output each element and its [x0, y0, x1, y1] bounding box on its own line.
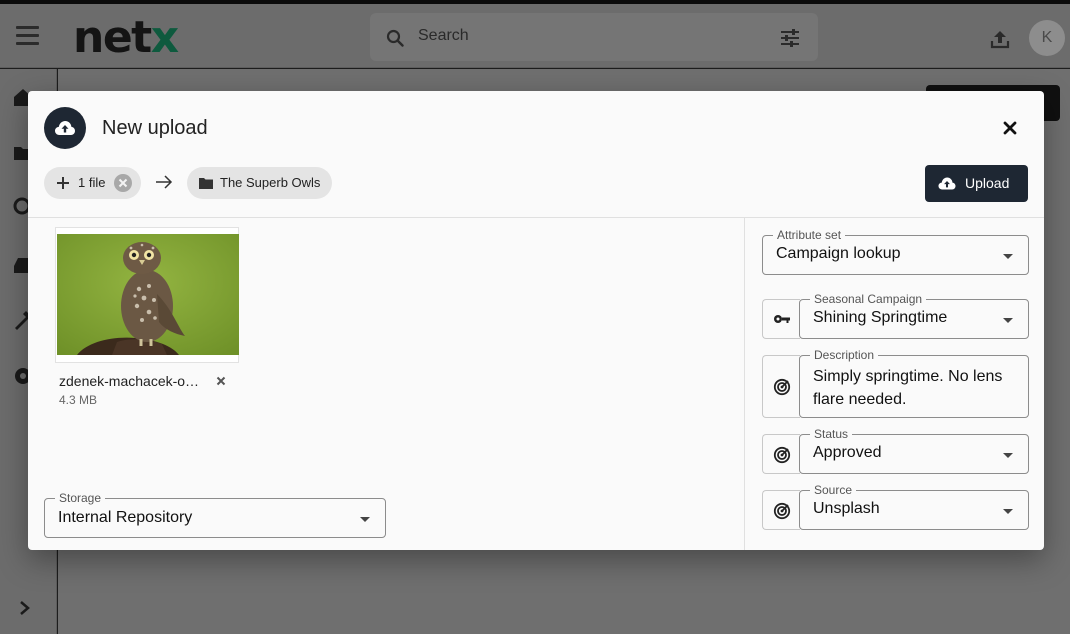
file-thumbnail-card[interactable] [55, 227, 239, 363]
seasonal-campaign-label: Seasonal Campaign [810, 292, 927, 306]
dropdown-arrow-icon [360, 517, 370, 522]
description-field[interactable]: Description Simply springtime. No lens f… [799, 348, 1029, 418]
global-search-input[interactable]: Search [370, 13, 818, 61]
attribute-panel: Attribute set Campaign lookup Seasonal C… [744, 218, 1044, 550]
plus-icon [57, 177, 69, 189]
key-icon [774, 315, 790, 323]
dropdown-arrow-icon [1003, 453, 1013, 458]
description-value: Simply springtime. No lens flare needed. [813, 368, 1003, 408]
attribute-set-select[interactable]: Attribute set Campaign lookup [762, 228, 1029, 275]
seasonal-campaign-select[interactable]: Seasonal Campaign Shining Springtime [799, 292, 1029, 339]
radar-icon [773, 378, 791, 396]
owl-photo-thumbnail [57, 234, 239, 355]
radar-icon [773, 502, 791, 520]
destination-folder-chip[interactable]: The Superb Owls [187, 167, 332, 199]
status-select[interactable]: Status Approved [799, 427, 1029, 474]
upload-button-label: Upload [965, 175, 1010, 191]
storage-label: Storage [55, 491, 106, 505]
new-upload-dialog: New upload 1 file The Superb Owls Upload [28, 91, 1044, 550]
dialog-header: New upload 1 file The Superb Owls Upload [28, 91, 1044, 218]
source-select[interactable]: Source Unsplash [799, 483, 1029, 530]
close-icon[interactable] [1002, 120, 1018, 136]
user-avatar[interactable]: K [1029, 20, 1065, 56]
storage-value: Internal Repository [58, 509, 193, 526]
clear-files-icon[interactable] [114, 174, 132, 192]
dropdown-arrow-icon [1003, 254, 1013, 259]
radar-icon [773, 446, 791, 464]
status-label: Status [810, 427, 853, 441]
cloud-upload-icon [938, 177, 956, 190]
arrow-right-icon [156, 175, 173, 189]
source-value: Unsplash [813, 500, 880, 517]
seasonal-campaign-value: Shining Springtime [813, 309, 948, 326]
remove-file-icon[interactable] [216, 376, 226, 386]
destination-folder-label: The Superb Owls [220, 175, 321, 190]
attribute-set-label: Attribute set [773, 228, 846, 242]
folder-icon [199, 178, 213, 189]
radar-icon-box [762, 490, 800, 530]
radar-icon-box [762, 434, 800, 474]
expand-chevron-icon[interactable] [18, 600, 32, 616]
search-placeholder: Search [418, 27, 469, 44]
menu-icon[interactable] [16, 26, 39, 46]
radar-icon-box [762, 355, 800, 418]
app-bar: netx Search K [0, 4, 1070, 68]
upload-button[interactable]: Upload [925, 165, 1028, 202]
search-icon [386, 29, 404, 47]
cloud-upload-icon [44, 107, 86, 149]
upload-icon[interactable] [989, 28, 1011, 50]
storage-select[interactable]: Storage Internal Repository [44, 491, 386, 538]
netx-logo[interactable]: netx [73, 12, 179, 64]
file-count-label: 1 file [78, 175, 106, 190]
description-label: Description [810, 348, 879, 362]
dialog-title: New upload [102, 117, 208, 139]
status-value: Approved [813, 444, 882, 461]
key-icon-box [762, 299, 800, 339]
source-label: Source [810, 483, 857, 497]
file-size: 4.3 MB [59, 393, 98, 407]
file-name: zdenek-machacek-o… [59, 373, 200, 389]
filter-settings-icon[interactable] [780, 29, 800, 47]
add-files-chip[interactable]: 1 file [44, 167, 141, 199]
attribute-set-value: Campaign lookup [776, 245, 901, 262]
dropdown-arrow-icon [1003, 318, 1013, 323]
dropdown-arrow-icon [1003, 509, 1013, 514]
